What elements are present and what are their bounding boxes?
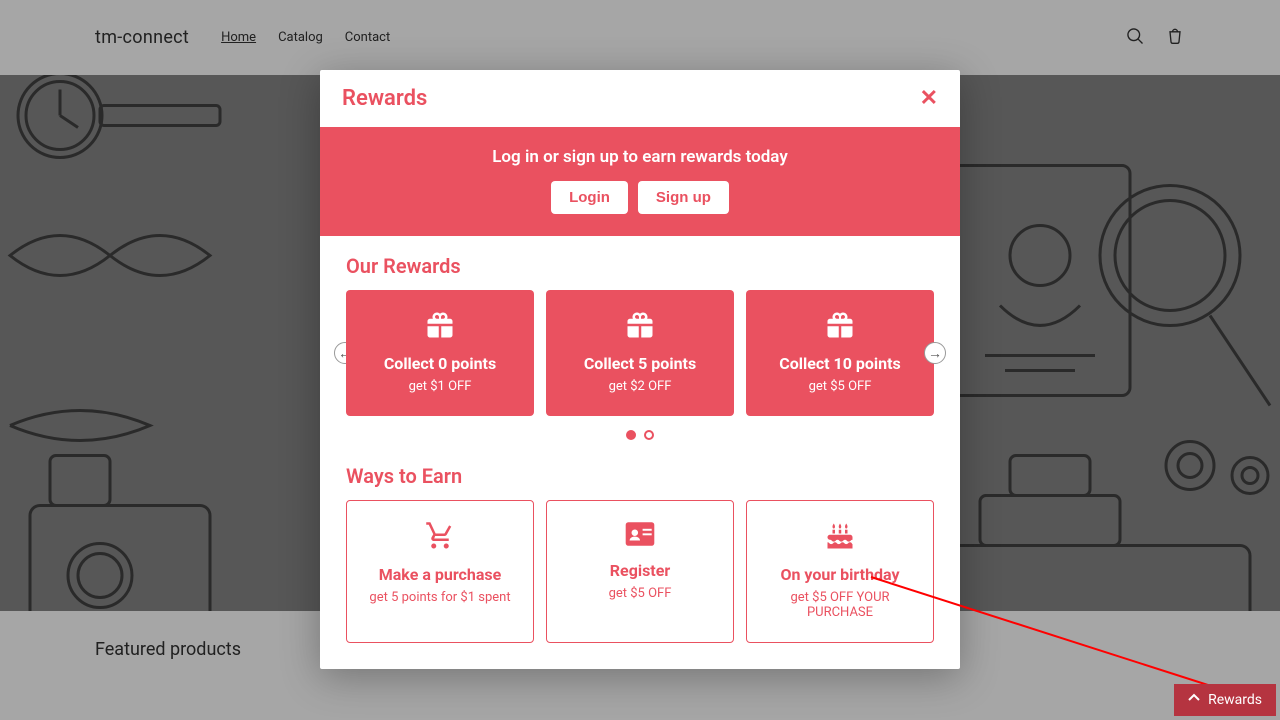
modal-title: Rewards — [342, 86, 427, 111]
earn-card-sub: get $5 OFF YOUR PURCHASE — [757, 590, 923, 620]
birthday-cake-icon — [757, 521, 923, 555]
reward-card-title: Collect 0 points — [356, 354, 524, 373]
id-card-icon — [557, 521, 723, 551]
reward-card-sub: get $1 OFF — [356, 379, 524, 394]
carousel-dots — [320, 416, 960, 446]
reward-card-sub: get $5 OFF — [756, 379, 924, 394]
reward-card[interactable]: Collect 5 points get $2 OFF — [546, 290, 734, 416]
auth-prompt: Log in or sign up to earn rewards today — [320, 147, 960, 167]
earn-card-title: Make a purchase — [357, 565, 523, 584]
chevron-up-icon — [1188, 692, 1200, 708]
rewards-tab-label: Rewards — [1208, 692, 1262, 708]
earn-card-title: Register — [557, 561, 723, 580]
earn-card-birthday[interactable]: On your birthday get $5 OFF YOUR PURCHAS… — [746, 500, 934, 643]
gift-icon — [756, 310, 924, 344]
our-rewards-title: Our Rewards — [320, 236, 960, 290]
carousel-dot[interactable] — [626, 430, 636, 440]
reward-card[interactable]: Collect 10 points get $5 OFF — [746, 290, 934, 416]
login-button[interactable]: Login — [551, 181, 628, 214]
earn-card-sub: get 5 points for $1 spent — [357, 590, 523, 605]
earn-card-purchase[interactable]: Make a purchase get 5 points for $1 spen… — [346, 500, 534, 643]
signup-button[interactable]: Sign up — [638, 181, 729, 214]
auth-banner: Log in or sign up to earn rewards today … — [320, 127, 960, 236]
earn-cards: Make a purchase get 5 points for $1 spen… — [320, 500, 960, 669]
reward-card-sub: get $2 OFF — [556, 379, 724, 394]
rewards-modal: Rewards ✕ Log in or sign up to earn rewa… — [320, 70, 960, 669]
close-icon[interactable]: ✕ — [920, 88, 938, 110]
reward-card-title: Collect 5 points — [556, 354, 724, 373]
rewards-toggle-tab[interactable]: Rewards — [1174, 684, 1276, 716]
ways-to-earn-title: Ways to Earn — [320, 446, 960, 500]
earn-card-title: On your birthday — [757, 565, 923, 584]
carousel-next-icon[interactable]: → — [924, 342, 946, 364]
carousel-dot[interactable] — [644, 430, 654, 440]
reward-cards: Collect 0 points get $1 OFF Collect 5 po… — [346, 290, 934, 416]
reward-card-title: Collect 10 points — [756, 354, 924, 373]
reward-card[interactable]: Collect 0 points get $1 OFF — [346, 290, 534, 416]
cart-icon — [357, 521, 523, 555]
gift-icon — [356, 310, 524, 344]
earn-card-sub: get $5 OFF — [557, 586, 723, 601]
earn-card-register[interactable]: Register get $5 OFF — [546, 500, 734, 643]
gift-icon — [556, 310, 724, 344]
